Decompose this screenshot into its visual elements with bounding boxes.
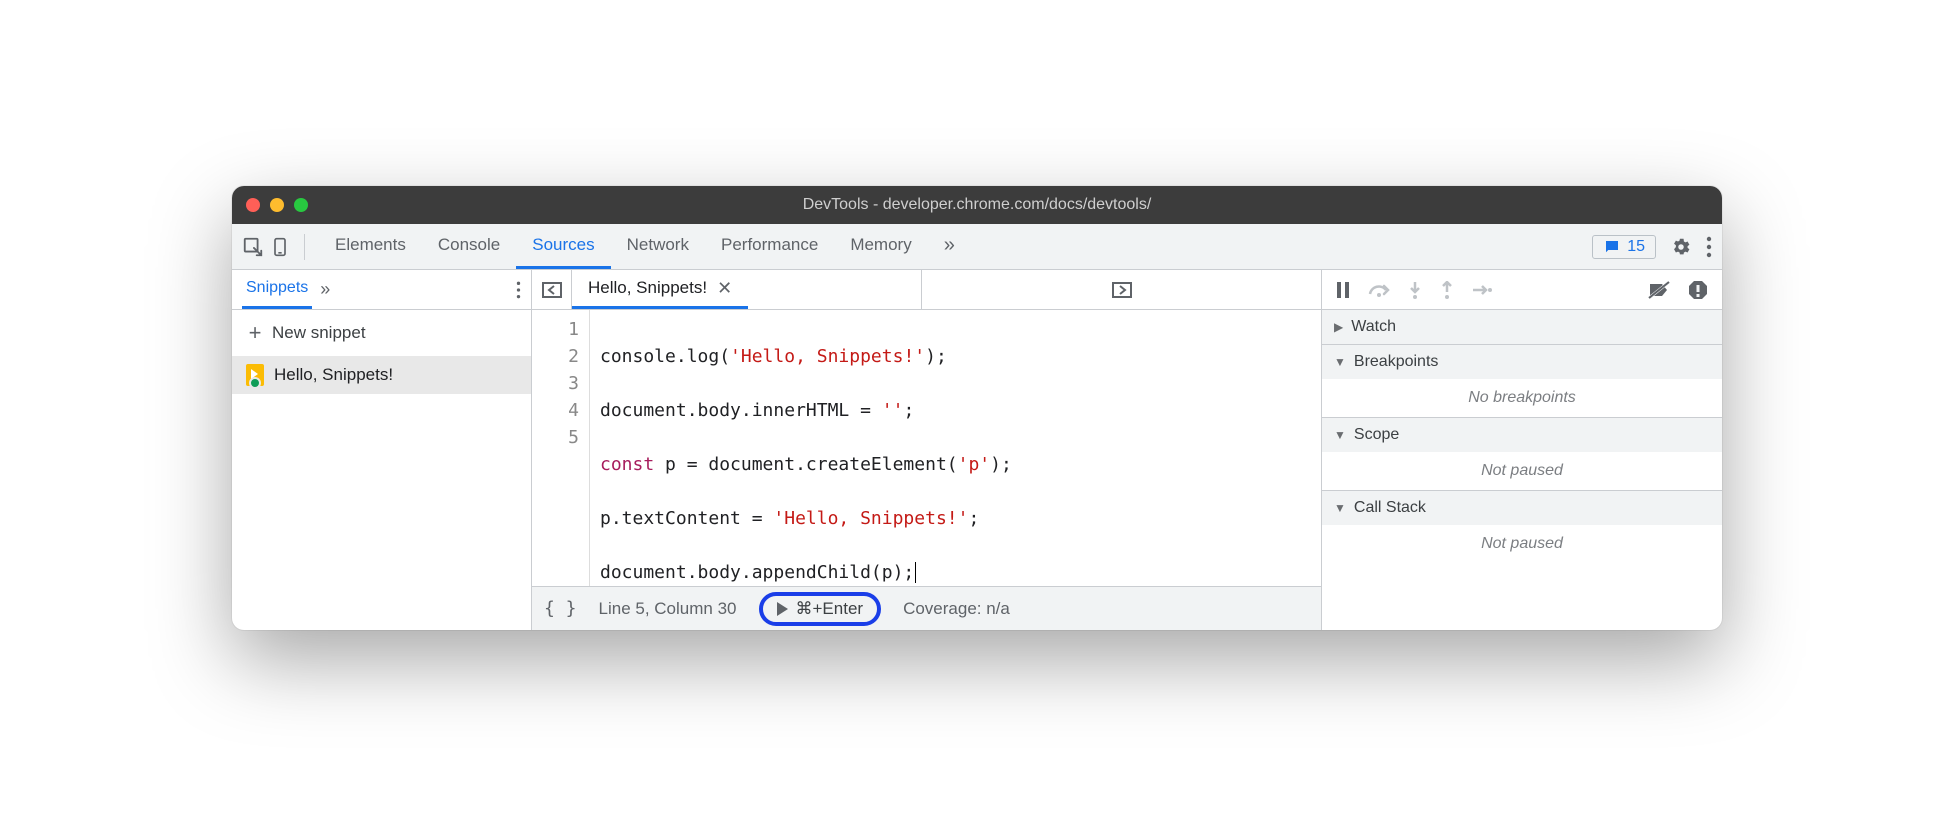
issues-button[interactable]: 15 <box>1592 235 1656 259</box>
editor-statusbar: { } Line 5, Column 30 ⌘+Enter Coverage: … <box>532 586 1321 630</box>
chevron-down-icon: ▼ <box>1334 355 1346 369</box>
file-tabs: Hello, Snippets! ✕ <box>532 270 1321 310</box>
breakpoints-section: ▼Breakpoints No breakpoints <box>1322 345 1722 418</box>
titlebar: DevTools - developer.chrome.com/docs/dev… <box>232 186 1722 224</box>
step-into-icon[interactable] <box>1408 281 1422 299</box>
kebab-menu-icon[interactable] <box>1706 236 1712 258</box>
step-out-icon[interactable] <box>1440 281 1454 299</box>
chevron-down-icon: ▼ <box>1334 501 1346 515</box>
snippet-file-icon <box>246 364 264 386</box>
step-icon[interactable] <box>1472 283 1492 297</box>
divider <box>304 234 305 260</box>
more-sidebar-tabs-icon[interactable]: » <box>320 279 330 300</box>
close-tab-icon[interactable]: ✕ <box>717 278 732 299</box>
new-snippet-label: New snippet <box>272 323 366 343</box>
cursor-position: Line 5, Column 30 <box>599 599 737 619</box>
pause-on-exceptions-icon[interactable] <box>1688 280 1708 300</box>
tab-sources[interactable]: Sources <box>516 224 610 269</box>
chevron-right-icon: ▶ <box>1334 320 1343 334</box>
deactivate-breakpoints-icon[interactable] <box>1648 281 1670 299</box>
debugger-toolbar <box>1322 270 1722 310</box>
sidebar-tabs: Snippets » <box>232 270 531 310</box>
file-tab-name: Hello, Snippets! <box>588 278 707 298</box>
breakpoints-body: No breakpoints <box>1322 379 1722 417</box>
inspect-element-icon[interactable] <box>242 236 264 258</box>
main-toolbar: Elements Console Sources Network Perform… <box>232 224 1722 270</box>
tab-elements[interactable]: Elements <box>319 224 422 269</box>
snippet-item[interactable]: Hello, Snippets! <box>232 356 531 394</box>
callstack-header[interactable]: ▼Call Stack <box>1322 491 1722 525</box>
sources-panel: Snippets » + New snippet Hello, Snippets… <box>232 270 1722 630</box>
plus-icon: + <box>246 320 264 346</box>
callstack-section: ▼Call Stack Not paused <box>1322 491 1722 563</box>
tab-memory[interactable]: Memory <box>834 224 927 269</box>
code-content[interactable]: console.log('Hello, Snippets!'); documen… <box>590 310 1012 586</box>
run-shortcut: ⌘+Enter <box>796 599 864 619</box>
watch-section: ▶Watch <box>1322 310 1722 345</box>
scope-body: Not paused <box>1322 452 1722 490</box>
snippet-name: Hello, Snippets! <box>274 365 393 385</box>
run-snippet-button[interactable]: ⌘+Enter <box>759 592 882 626</box>
editor-pane: Hello, Snippets! ✕ 1 2 3 4 5 console.log… <box>532 270 1322 630</box>
window-title: DevTools - developer.chrome.com/docs/dev… <box>232 196 1722 214</box>
tab-performance[interactable]: Performance <box>705 224 834 269</box>
step-over-icon[interactable] <box>1368 282 1390 298</box>
tab-console[interactable]: Console <box>422 224 516 269</box>
issues-count: 15 <box>1627 238 1645 256</box>
navigator-sidebar: Snippets » + New snippet Hello, Snippets… <box>232 270 532 630</box>
debugger-sidebar: ▶Watch ▼Breakpoints No breakpoints ▼Scop… <box>1322 270 1722 630</box>
line-gutter: 1 2 3 4 5 <box>532 310 590 586</box>
breakpoints-header[interactable]: ▼Breakpoints <box>1322 345 1722 379</box>
settings-icon[interactable] <box>1670 236 1692 258</box>
file-tab[interactable]: Hello, Snippets! ✕ <box>572 270 748 309</box>
format-icon[interactable]: { } <box>544 598 577 619</box>
nav-forward-icon[interactable] <box>921 270 1321 309</box>
callstack-body: Not paused <box>1322 525 1722 563</box>
panel-tabs: Elements Console Sources Network Perform… <box>319 224 971 269</box>
sidebar-tab-snippets[interactable]: Snippets <box>242 270 312 309</box>
nav-back-icon[interactable] <box>532 270 572 309</box>
watch-header[interactable]: ▶Watch <box>1322 310 1722 344</box>
pause-icon[interactable] <box>1336 282 1350 298</box>
new-snippet-button[interactable]: + New snippet <box>232 310 531 356</box>
device-toggle-icon[interactable] <box>270 236 290 258</box>
devtools-window: DevTools - developer.chrome.com/docs/dev… <box>232 186 1722 630</box>
more-tabs-icon[interactable]: » <box>928 224 971 269</box>
sidebar-menu-icon[interactable] <box>516 280 521 300</box>
code-editor[interactable]: 1 2 3 4 5 console.log('Hello, Snippets!'… <box>532 310 1321 586</box>
chevron-down-icon: ▼ <box>1334 428 1346 442</box>
scope-section: ▼Scope Not paused <box>1322 418 1722 491</box>
tab-network[interactable]: Network <box>611 224 705 269</box>
scope-header[interactable]: ▼Scope <box>1322 418 1722 452</box>
coverage-status: Coverage: n/a <box>903 599 1010 619</box>
play-icon <box>777 602 788 616</box>
